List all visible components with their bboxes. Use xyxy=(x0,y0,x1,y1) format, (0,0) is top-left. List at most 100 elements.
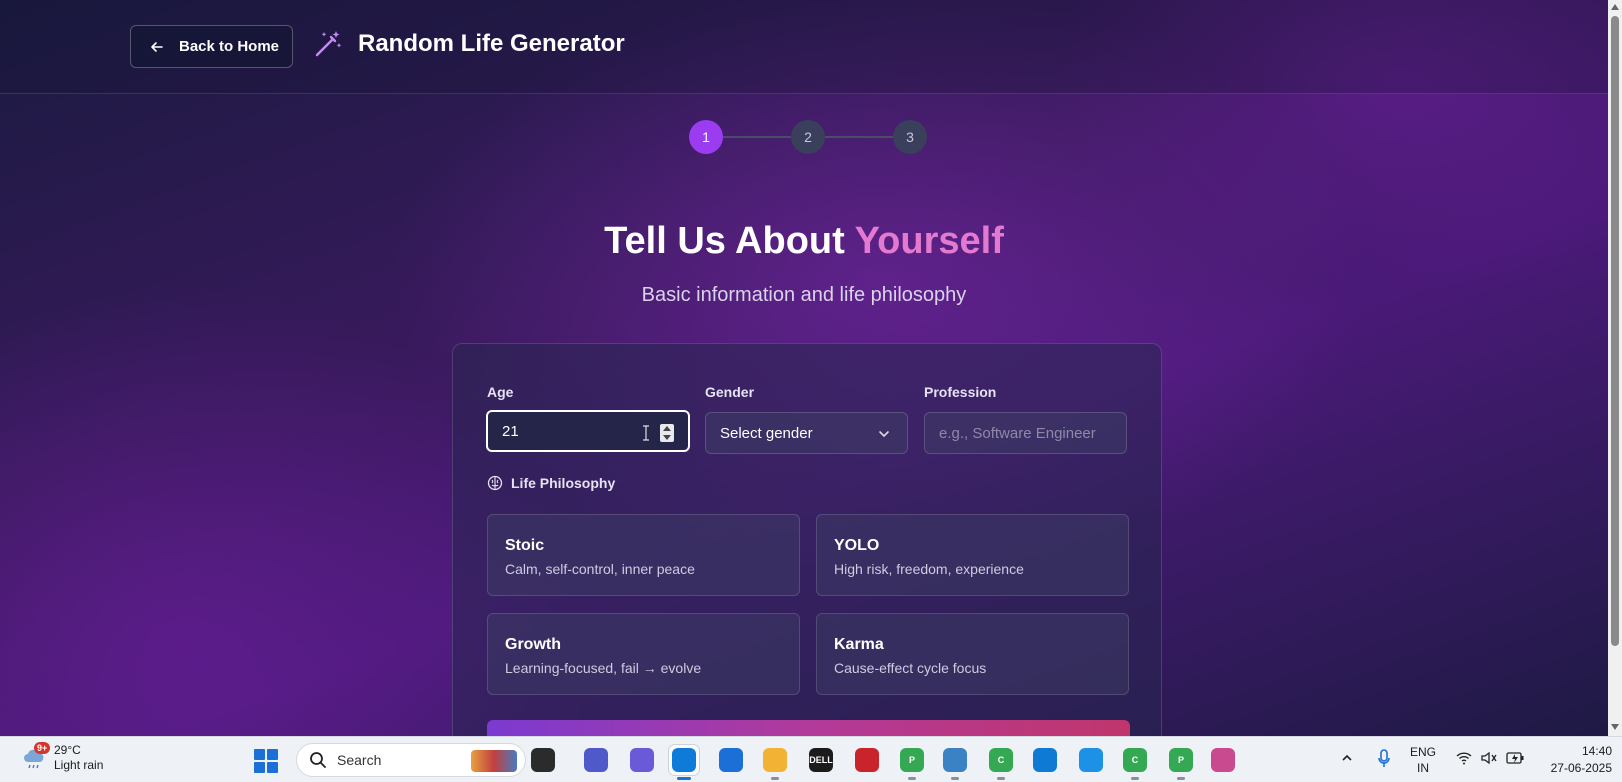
philosophy-option-karma[interactable]: Karma Cause-effect cycle focus xyxy=(816,613,1129,695)
running-indicator xyxy=(951,777,959,780)
edge-app[interactable] xyxy=(669,745,699,780)
running-indicator xyxy=(997,777,1005,780)
running-indicator xyxy=(1131,777,1139,780)
running-indicator xyxy=(1177,777,1185,780)
step-connector xyxy=(825,136,893,138)
pdf-app[interactable] xyxy=(852,745,882,775)
step-3[interactable]: 3 xyxy=(893,120,927,154)
back-to-home-button[interactable]: Back to Home xyxy=(130,25,293,68)
arrow-left-icon xyxy=(151,41,163,52)
step-connector xyxy=(723,136,791,138)
life-philosophy-label: Life Philosophy xyxy=(487,475,615,491)
scroll-up-icon[interactable] xyxy=(1611,4,1619,10)
age-input[interactable]: 21 xyxy=(486,410,690,452)
scroll-down-icon[interactable] xyxy=(1611,724,1619,730)
top-header: Back to Home Random Life Generator xyxy=(0,0,1608,94)
chrome-profile-c2-app[interactable]: C xyxy=(1120,745,1150,780)
clock-time: 14:40 xyxy=(1581,744,1612,758)
option-title: YOLO xyxy=(834,537,880,554)
file-explorer-icon xyxy=(763,748,787,772)
step-1[interactable]: 1 xyxy=(689,120,723,154)
chrome-profile-c-icon: C xyxy=(989,748,1013,772)
dell-app[interactable]: DELL xyxy=(806,745,836,775)
windows-taskbar: 9+ 29°C Light rain Search DELL P C C P ENG I… xyxy=(0,736,1622,782)
speaker-muted-icon[interactable] xyxy=(1480,750,1498,766)
text-cursor-icon xyxy=(643,425,649,441)
option-desc: Learning-focused, fail → evolve xyxy=(505,660,702,676)
age-value: 21 xyxy=(502,422,519,440)
battery-charging-icon[interactable] xyxy=(1506,750,1524,766)
page-title: Tell Us About Yourself xyxy=(0,220,1608,263)
rain-cloud-icon: 9+ xyxy=(22,742,51,770)
taskbar-clock[interactable]: 14:40 27-06-2025 xyxy=(1534,743,1612,777)
snipping-tool-app[interactable] xyxy=(1208,745,1238,775)
chevron-down-icon xyxy=(879,431,889,438)
microphone-icon[interactable] xyxy=(1377,749,1391,769)
running-indicator xyxy=(908,777,916,780)
stepper: 1 2 3 xyxy=(689,120,927,154)
app-viewport: Back to Home Random Life Generator 1 2 3… xyxy=(0,0,1608,736)
chevron-up-icon[interactable] xyxy=(1340,751,1354,765)
copilot-app[interactable] xyxy=(627,745,657,775)
docker-icon xyxy=(1079,748,1103,772)
brain-icon xyxy=(487,475,503,491)
store-app[interactable] xyxy=(716,745,746,775)
running-indicator xyxy=(771,777,779,780)
about-form-card: Age 21 Gender Select gender Profession e… xyxy=(452,343,1162,736)
weather-widget[interactable]: 9+ 29°C Light rain xyxy=(22,742,103,773)
vscode-app[interactable] xyxy=(1030,745,1060,775)
profession-label: Profession xyxy=(924,384,997,400)
wifi-icon[interactable] xyxy=(1456,751,1472,765)
magic-wand-icon xyxy=(315,31,342,57)
brand-title: Random Life Generator xyxy=(358,30,625,57)
edge-icon xyxy=(672,748,696,772)
profession-placeholder: e.g., Software Engineer xyxy=(939,424,1096,442)
option-desc: High risk, freedom, experience xyxy=(834,561,1024,577)
chrome-profile-c2-icon: C xyxy=(1123,748,1147,772)
profession-input[interactable]: e.g., Software Engineer xyxy=(924,412,1127,454)
notepad-app[interactable] xyxy=(940,745,970,780)
philosophy-option-stoic[interactable]: Stoic Calm, self-control, inner peace xyxy=(487,514,800,596)
clock-date: 27-06-2025 xyxy=(1550,761,1612,775)
back-to-home-label: Back to Home xyxy=(179,38,280,55)
age-label: Age xyxy=(487,384,514,400)
step-2[interactable]: 2 xyxy=(791,120,825,154)
language-line2: IN xyxy=(1417,761,1429,775)
notepad-icon xyxy=(943,748,967,772)
chrome-profile-p-icon: P xyxy=(900,748,924,772)
weather-text: 29°C Light rain xyxy=(54,743,103,773)
continue-button[interactable] xyxy=(487,720,1130,736)
taskbar-search[interactable]: Search xyxy=(296,743,526,777)
windows-start-icon[interactable] xyxy=(254,749,278,773)
philosophy-option-yolo[interactable]: YOLO High risk, freedom, experience xyxy=(816,514,1129,596)
teams-icon xyxy=(584,748,608,772)
file-explorer-app[interactable] xyxy=(760,745,790,780)
option-title: Growth xyxy=(505,636,561,653)
language-indicator[interactable]: ENG IN xyxy=(1410,744,1436,776)
gender-value: Select gender xyxy=(720,424,813,442)
chrome-profile-p2-app[interactable]: P xyxy=(1166,745,1196,780)
snipping-tool-icon xyxy=(1211,748,1235,772)
search-highlight-image xyxy=(471,750,517,772)
search-label: Search xyxy=(337,752,382,768)
option-title: Stoic xyxy=(505,537,545,554)
teams-app[interactable] xyxy=(581,745,611,775)
docker-app[interactable] xyxy=(1076,745,1106,775)
page-subtitle: Basic information and life philosophy xyxy=(641,284,967,306)
widgets-app[interactable] xyxy=(528,745,558,775)
gender-label: Gender xyxy=(705,384,755,400)
widgets-icon xyxy=(531,748,555,772)
temperature: 29°C xyxy=(54,743,81,757)
option-title: Karma xyxy=(834,636,884,653)
notification-badge: 9+ xyxy=(34,742,51,754)
chrome-profile-c-app[interactable]: C xyxy=(986,745,1016,780)
philosophy-option-growth[interactable]: Growth Learning-focused, fail → evolve xyxy=(487,613,800,695)
page-scrollbar[interactable] xyxy=(1608,0,1622,736)
page-title-main: Tell Us About xyxy=(604,220,855,262)
number-spinner[interactable] xyxy=(660,424,674,442)
language-line1: ENG xyxy=(1410,745,1437,759)
gender-select[interactable]: Select gender xyxy=(705,412,908,454)
scroll-thumb[interactable] xyxy=(1611,16,1619,646)
chrome-profile-p-app[interactable]: P xyxy=(897,745,927,780)
store-icon xyxy=(719,748,743,772)
